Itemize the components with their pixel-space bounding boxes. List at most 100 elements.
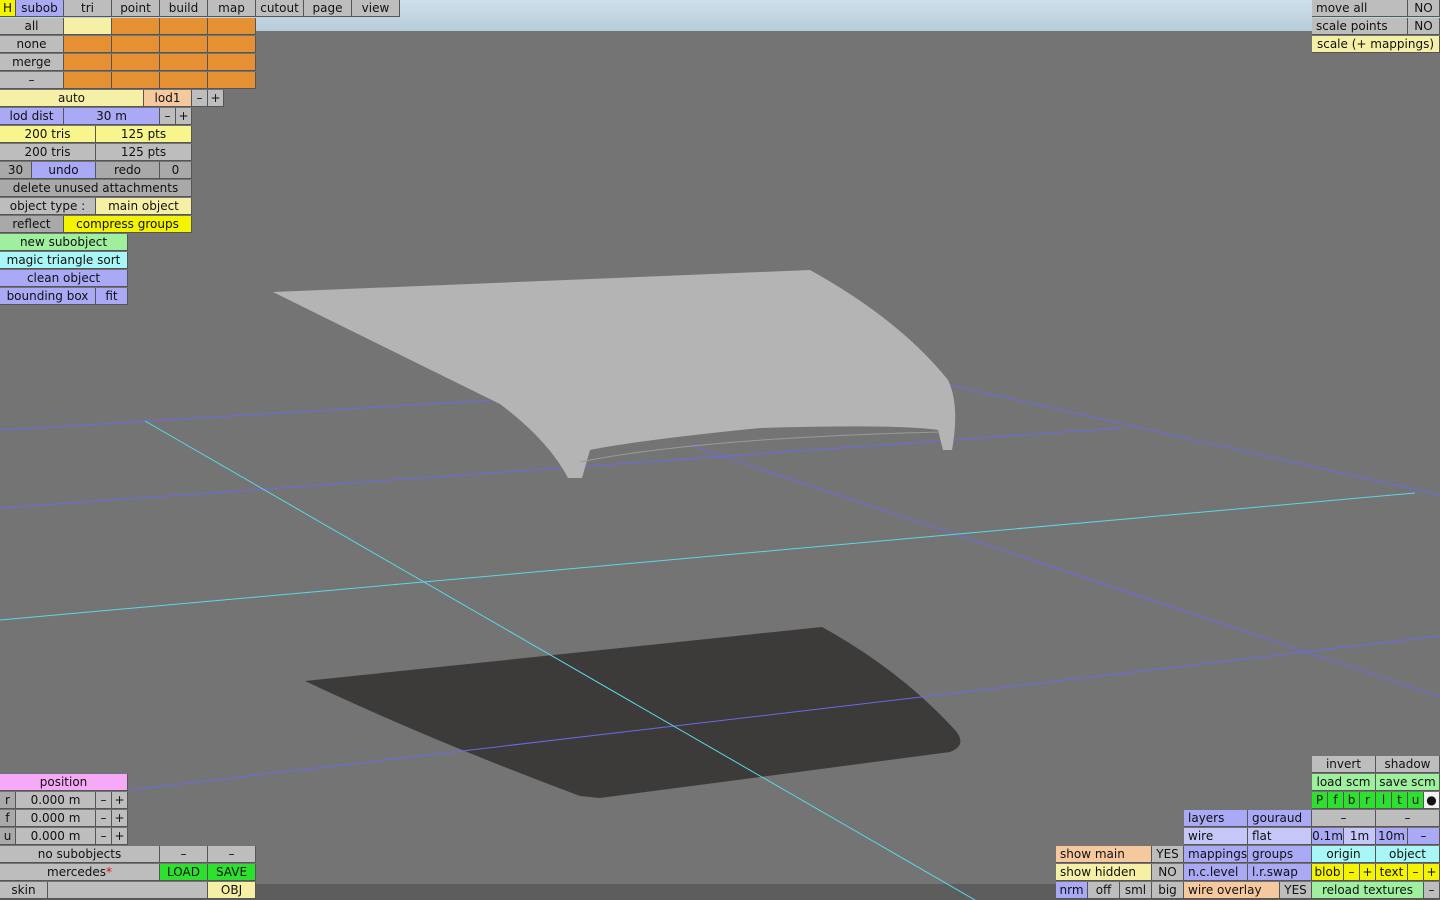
subobject-cell[interactable] [64, 54, 112, 71]
tab-build[interactable]: build [160, 0, 208, 17]
subobject-cell[interactable] [112, 54, 160, 71]
blob-minus-button[interactable]: – [1344, 864, 1360, 881]
clean-object-button[interactable]: clean object [0, 270, 128, 287]
tab-page[interactable]: page [304, 0, 352, 17]
layers-button[interactable]: layers [1184, 810, 1248, 827]
model-name[interactable]: mercedes* [0, 864, 160, 881]
undo-button[interactable]: undo [32, 162, 96, 179]
new-subobject-button[interactable]: new subobject [0, 234, 128, 251]
axis-r-minus[interactable]: – [96, 792, 112, 809]
subobject-cell[interactable] [160, 72, 208, 89]
reload-minus-button[interactable]: – [1424, 882, 1440, 899]
gouraud-button[interactable]: gouraud [1248, 810, 1312, 827]
lr-swap-button[interactable]: l.r.swap [1248, 864, 1312, 881]
show-main-value[interactable]: YES [1152, 846, 1184, 863]
remove-button[interactable]: – [0, 72, 64, 89]
reflect-button[interactable]: reflect [0, 216, 64, 233]
tab-h[interactable]: H [0, 0, 16, 17]
lod-dist-plus[interactable]: + [176, 108, 192, 125]
view-dot-icon[interactable]: ● [1424, 792, 1440, 809]
view-u-button[interactable]: u [1408, 792, 1424, 809]
axis-f-minus[interactable]: – [96, 810, 112, 827]
grid-10m-button[interactable]: 10m [1376, 828, 1408, 845]
text-plus-button[interactable]: + [1424, 864, 1440, 881]
view-f-button[interactable]: f [1328, 792, 1344, 809]
sml-button[interactable]: sml [1120, 882, 1152, 899]
subobject-cell[interactable] [160, 54, 208, 71]
show-hidden-value[interactable]: NO [1152, 864, 1184, 881]
axis-u-value[interactable]: 0.000 m [16, 828, 96, 845]
lod-dist-minus[interactable]: – [160, 108, 176, 125]
tab-view[interactable]: view [352, 0, 400, 17]
obj-button[interactable]: OBJ [208, 882, 256, 899]
3d-viewport[interactable] [0, 0, 1440, 900]
grid-minus-button[interactable]: – [1408, 828, 1440, 845]
blob-button[interactable]: blob [1312, 864, 1344, 881]
magic-triangle-sort-button[interactable]: magic triangle sort [0, 252, 128, 269]
subobject-cell[interactable] [112, 36, 160, 53]
move-all-value[interactable]: NO [1408, 0, 1440, 17]
skin-field[interactable] [48, 882, 208, 899]
redo-button[interactable]: redo [96, 162, 160, 179]
subobject-cell[interactable] [160, 36, 208, 53]
merge-button[interactable]: merge [0, 54, 64, 71]
tab-point[interactable]: point [112, 0, 160, 17]
subobject-cell[interactable] [160, 18, 208, 35]
nc-level-button[interactable]: n.c.level [1184, 864, 1248, 881]
show-main-label[interactable]: show main [1056, 846, 1152, 863]
tab-tri[interactable]: tri [64, 0, 112, 17]
subobject-cell[interactable] [208, 54, 256, 71]
tab-map[interactable]: map [208, 0, 256, 17]
reload-textures-button[interactable]: reload textures [1312, 882, 1424, 899]
axis-r-value[interactable]: 0.000 m [16, 792, 96, 809]
subobject-cell[interactable] [64, 18, 112, 35]
subobject-dash-2[interactable]: – [208, 846, 256, 863]
scale-points-value[interactable]: NO [1408, 18, 1440, 35]
subobject-cell[interactable] [112, 18, 160, 35]
dash-a-button[interactable]: – [1312, 810, 1376, 827]
object-type-value[interactable]: main object [96, 198, 192, 215]
compress-groups-button[interactable]: compress groups [64, 216, 192, 233]
groups-button[interactable]: groups [1248, 846, 1312, 863]
view-b-button[interactable]: b [1344, 792, 1360, 809]
delete-unused-attachments-button[interactable]: delete unused attachments [0, 180, 192, 197]
shadow-button[interactable]: shadow [1376, 756, 1440, 773]
text-button[interactable]: text [1376, 864, 1408, 881]
grid-01m-button[interactable]: 0.1m [1312, 828, 1344, 845]
object-button[interactable]: object [1376, 846, 1440, 863]
save-button[interactable]: SAVE [208, 864, 256, 881]
axis-f-plus[interactable]: + [112, 810, 128, 827]
lod-auto-button[interactable]: auto [0, 90, 144, 107]
axis-r-plus[interactable]: + [112, 792, 128, 809]
view-r-button[interactable]: r [1360, 792, 1376, 809]
load-scm-button[interactable]: load scm [1312, 774, 1376, 791]
subobject-cell[interactable] [208, 72, 256, 89]
subobject-dash-1[interactable]: – [160, 846, 208, 863]
nrm-button[interactable]: nrm [1056, 882, 1088, 899]
select-none-button[interactable]: none [0, 36, 64, 53]
lod-minus-button[interactable]: – [192, 90, 208, 107]
lod-level[interactable]: lod1 [144, 90, 192, 107]
tab-subob[interactable]: subob [16, 0, 64, 17]
view-t-button[interactable]: t [1392, 792, 1408, 809]
lod-plus-button[interactable]: + [208, 90, 224, 107]
subobject-cell[interactable] [64, 36, 112, 53]
wire-overlay-label[interactable]: wire overlay [1184, 882, 1280, 899]
move-all-label[interactable]: move all [1312, 0, 1408, 17]
subobject-cell[interactable] [208, 36, 256, 53]
wire-overlay-value[interactable]: YES [1280, 882, 1312, 899]
view-p-button[interactable]: P [1312, 792, 1328, 809]
blob-plus-button[interactable]: + [1360, 864, 1376, 881]
origin-button[interactable]: origin [1312, 846, 1376, 863]
subobject-cell[interactable] [112, 72, 160, 89]
dash-b-button[interactable]: – [1376, 810, 1440, 827]
fit-button[interactable]: fit [96, 288, 128, 305]
tab-cutout[interactable]: cutout [256, 0, 304, 17]
mappings-button[interactable]: mappings [1184, 846, 1248, 863]
invert-button[interactable]: invert [1312, 756, 1376, 773]
wire-button[interactable]: wire [1184, 828, 1248, 845]
subobject-cell[interactable] [208, 18, 256, 35]
off-button[interactable]: off [1088, 882, 1120, 899]
scale-mappings-button[interactable]: scale (+ mappings) [1312, 36, 1440, 53]
big-button[interactable]: big [1152, 882, 1184, 899]
